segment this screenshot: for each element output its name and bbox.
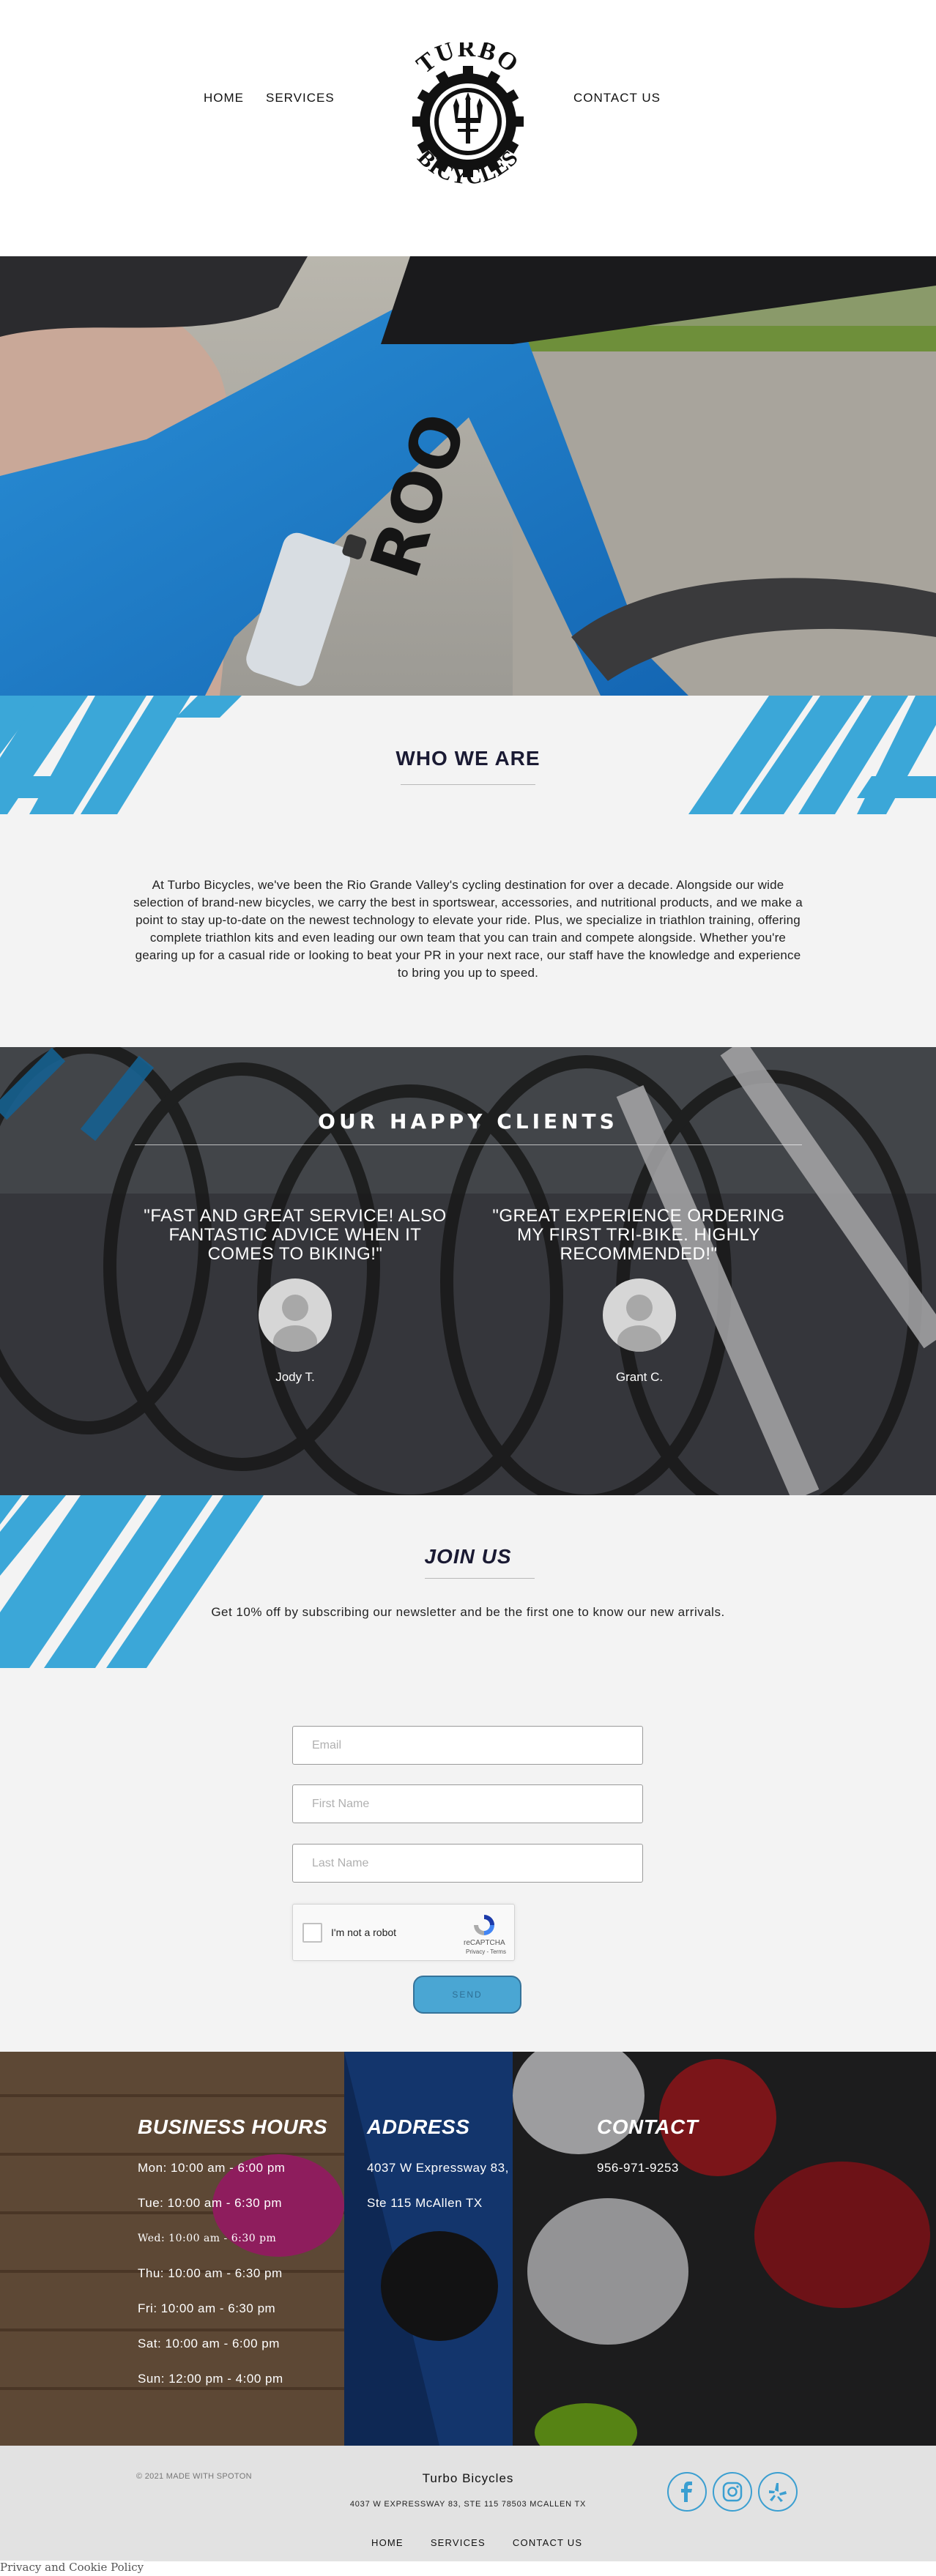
testimonial-author: Grant C. <box>615 1370 664 1384</box>
contact-column: CONTACT 956-971-9253 <box>597 2115 698 2186</box>
yelp-icon[interactable] <box>758 2472 798 2512</box>
who-we-are-body: At Turbo Bicycles, we've been the Rio Gr… <box>133 878 803 980</box>
business-info-section: BUSINESS HOURS Mon: 10:00 am - 6:00 pm T… <box>0 2052 936 2446</box>
nav-contact-link[interactable]: CONTACT US <box>573 91 661 105</box>
hero-image: ROO <box>0 256 936 696</box>
who-we-are-section: WHO WE ARE At Turbo Bicycles, we've been… <box>0 696 936 1047</box>
contact-heading: CONTACT <box>597 2115 699 2138</box>
user-placeholder-icon <box>617 1295 661 1352</box>
nav-right: CONTACT US <box>573 91 661 105</box>
join-us-section: JOIN US Get 10% off by subscribing our n… <box>0 1495 936 2052</box>
user-placeholder-icon <box>273 1295 317 1352</box>
join-us-subtitle: Get 10% off by subscribing our newslette… <box>211 1605 725 1619</box>
clients-divider <box>135 1144 802 1145</box>
site-header: HOME SERVICES TURBO BICYCLES CONTACT US <box>0 0 936 256</box>
hours-line: Fri: 10:00 am - 6:30 pm <box>138 2301 276 2315</box>
hours-line: Sun: 12:00 pm - 4:00 pm <box>138 2372 283 2386</box>
footer-services-link[interactable]: SERVICES <box>431 2537 486 2548</box>
yelp-icon <box>769 2483 787 2502</box>
who-we-are-title: WHO WE ARE <box>395 747 541 770</box>
footer-contact-link[interactable]: CONTACT US <box>513 2537 582 2548</box>
hours-line: Tue: 10:00 am - 6:30 pm <box>138 2196 283 2210</box>
address-line: 4037 W Expressway 83, <box>367 2161 509 2175</box>
happy-clients-section: OUR HAPPY CLIENTS "FAST AND GREAT SERVIC… <box>0 1047 936 1495</box>
turbo-bicycles-logo[interactable]: TURBO BICYCLES <box>393 35 543 198</box>
instagram-icon <box>722 2482 743 2502</box>
join-us-title: JOIN US <box>424 1545 512 1568</box>
recaptcha-links[interactable]: Privacy - Terms <box>466 1948 506 1955</box>
recaptcha-brand: reCAPTCHA <box>464 1939 505 1947</box>
address-heading: ADDRESS <box>367 2115 470 2138</box>
nav-home-link[interactable]: HOME <box>204 91 244 105</box>
address-line: Ste 115 McAllen TX <box>367 2196 483 2210</box>
avatar <box>603 1278 676 1352</box>
site-footer: © 2021 MADE WITH SPOTON Turbo Bicycles 4… <box>0 2446 936 2561</box>
hours-line: Mon: 10:00 am - 6:00 pm <box>138 2161 286 2175</box>
phone-number[interactable]: 956-971-9253 <box>597 2151 698 2186</box>
hours-line: Sat: 10:00 am - 6:00 pm <box>138 2337 280 2350</box>
footer-address: 4037 W EXPRESSWAY 83, STE 115 78503 MCAL… <box>349 2500 587 2509</box>
testimonial-quote: "GREAT EXPERIENCE ORDERING MY FIRST TRI-… <box>492 1206 785 1264</box>
recaptcha-widget: I'm not a robot reCAPTCHA Privacy - Term… <box>292 1904 515 1961</box>
privacy-policy-link[interactable]: Privacy and Cookie Policy <box>0 2561 144 2574</box>
business-hours-heading: BUSINESS HOURS <box>138 2115 328 2138</box>
email-field[interactable] <box>292 1726 643 1765</box>
nav-services-link[interactable]: SERVICES <box>266 91 335 105</box>
footer-nav: HOME SERVICES CONTACT US <box>371 2537 582 2548</box>
recaptcha-logo-icon <box>474 1915 494 1935</box>
avatar <box>259 1278 332 1352</box>
happy-clients-title: OUR HAPPY CLIENTS <box>318 1109 618 1133</box>
last-name-field[interactable] <box>292 1844 643 1883</box>
cyclist-on-bike-photo: ROO <box>0 256 936 696</box>
testimonial-author: Jody T. <box>275 1370 315 1384</box>
hours-line: Wed: 10:00 am - 6:30 pm <box>138 2233 277 2244</box>
send-button[interactable]: SEND <box>413 1976 521 2014</box>
hours-line: Thu: 10:00 am - 6:30 pm <box>138 2266 283 2280</box>
recaptcha-checkbox[interactable] <box>302 1923 322 1943</box>
facebook-icon[interactable] <box>667 2472 707 2512</box>
recaptcha-label: I'm not a robot <box>331 1927 397 1938</box>
first-name-field[interactable] <box>292 1784 643 1823</box>
title-divider <box>425 1578 535 1579</box>
blue-stripes-decoration <box>0 1495 264 1668</box>
footer-home-link[interactable]: HOME <box>371 2537 404 2548</box>
business-hours-column: BUSINESS HOURS Mon: 10:00 am - 6:00 pm T… <box>138 2115 327 2397</box>
address-column: ADDRESS 4037 W Expressway 83, Ste 115 Mc… <box>367 2115 509 2221</box>
instagram-icon[interactable] <box>713 2472 752 2512</box>
facebook-icon <box>681 2482 692 2502</box>
title-divider <box>401 784 535 785</box>
nav-left: HOME SERVICES <box>204 91 335 105</box>
testimonial-quote: "FAST AND GREAT SERVICE! ALSO FANTASTIC … <box>144 1206 447 1264</box>
